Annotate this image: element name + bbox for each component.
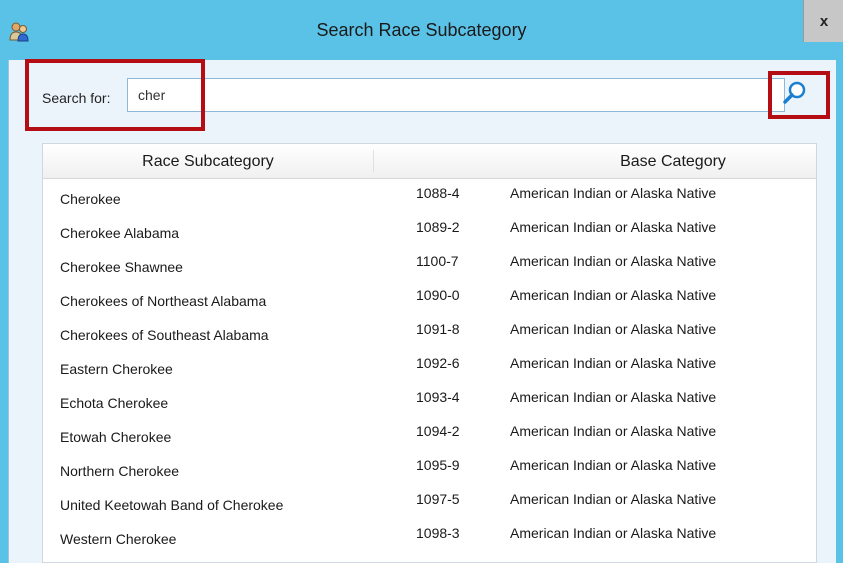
column-divider [373,150,374,172]
cell-base-category: American Indian or Alaska Native [510,389,717,405]
table-row[interactable]: Cherokees of Northeast Alabama 1090-0 Am… [43,280,816,314]
window-title: Search Race Subcategory [316,20,527,40]
cell-code: 1091-8 [416,321,460,337]
cell-race-subcategory: United Keetowah Band of Cherokee [60,497,284,513]
close-icon: x [819,12,829,30]
cell-base-category: American Indian or Alaska Native [510,185,717,201]
cell-race-subcategory: Cherokees of Southeast Alabama [60,327,269,343]
cell-code: 1092-6 [416,355,460,371]
cell-race-subcategory: Cherokee [60,191,121,207]
cell-base-category: American Indian or Alaska Native [510,219,717,235]
cell-base-category: American Indian or Alaska Native [510,491,717,507]
table-row[interactable]: Cherokee Alabama 1089-2 American Indian … [43,212,816,246]
table-row[interactable]: Cherokees of Southeast Alabama 1091-8 Am… [43,314,816,348]
search-input[interactable] [127,78,785,112]
cell-base-category: American Indian or Alaska Native [510,423,717,439]
cell-base-category: American Indian or Alaska Native [510,525,717,541]
cell-code: 1098-3 [416,525,460,541]
cell-race-subcategory: Northern Cherokee [60,463,180,479]
cell-base-category: American Indian or Alaska Native [510,253,717,269]
cell-code: 1097-5 [416,491,460,507]
cell-race-subcategory: Echota Cherokee [60,395,169,411]
table-row[interactable]: Cherokee Shawnee 1100-7 American Indian … [43,246,816,280]
cell-base-category: American Indian or Alaska Native [510,287,717,303]
list-header: Race Subcategory Base Category [43,144,816,179]
cell-code: 1088-4 [416,185,460,201]
cell-race-subcategory: Cherokees of Northeast Alabama [60,293,267,309]
results-list[interactable]: Race Subcategory Base Category Cherokee … [42,143,817,563]
table-row[interactable]: Western Cherokee 1098-3 American Indian … [43,518,816,552]
column-header-race-subcategory[interactable]: Race Subcategory [43,153,373,171]
cell-race-subcategory: Cherokee Shawnee [60,259,183,275]
table-row[interactable]: Northern Cherokee 1095-9 American Indian… [43,450,816,484]
search-button[interactable] [778,80,812,110]
cell-race-subcategory: Eastern Cherokee [60,361,173,377]
table-row[interactable]: Cherokee 1088-4 American Indian or Alask… [43,178,816,212]
table-row[interactable]: United Keetowah Band of Cherokee 1097-5 … [43,484,816,518]
dialog-window: Search Race Subcategory x Search for: Ra… [0,0,843,563]
table-row[interactable]: Echota Cherokee 1093-4 American Indian o… [43,382,816,416]
cell-code: 1090-0 [416,287,460,303]
cell-base-category: American Indian or Alaska Native [510,457,717,473]
title-bar[interactable]: Search Race Subcategory x [0,0,843,60]
search-label: Search for: [42,90,111,106]
cell-code: 1089-2 [416,219,460,235]
table-row[interactable]: Eastern Cherokee 1092-6 American Indian … [43,348,816,382]
cell-base-category: American Indian or Alaska Native [510,321,717,337]
cell-code: 1100-7 [416,253,459,269]
cell-race-subcategory: Cherokee Alabama [60,225,180,241]
cell-race-subcategory: Etowah Cherokee [60,429,172,445]
magnifier-icon [781,79,809,112]
cell-code: 1094-2 [416,423,460,439]
cell-race-subcategory: Western Cherokee [60,531,177,547]
cell-base-category: American Indian or Alaska Native [510,355,717,371]
table-row[interactable]: Etowah Cherokee 1094-2 American Indian o… [43,416,816,450]
cell-code: 1093-4 [416,389,460,405]
close-button[interactable]: x [803,0,843,42]
cell-code: 1095-9 [416,457,460,473]
column-header-base-category[interactable]: Base Category [508,153,838,171]
